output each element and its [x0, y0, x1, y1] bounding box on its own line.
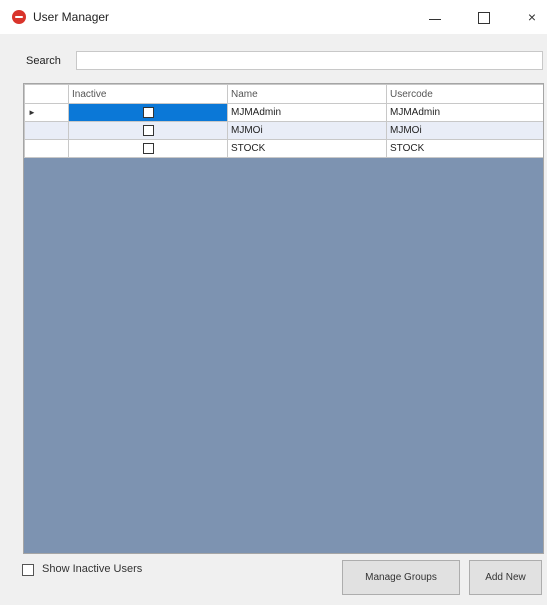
minimize-button[interactable]: [418, 4, 452, 30]
manage-groups-button[interactable]: Manage Groups: [342, 560, 460, 595]
table-row[interactable]: MJMOi MJMOi: [24, 121, 543, 140]
name-cell[interactable]: MJMAdmin: [227, 103, 387, 122]
usercode-cell[interactable]: MJMAdmin: [386, 103, 543, 122]
row-header[interactable]: [24, 139, 69, 158]
column-header-usercode[interactable]: Usercode: [386, 84, 543, 104]
title-bar: User Manager ×: [0, 0, 547, 34]
usercode-cell[interactable]: MJMOi: [386, 121, 543, 140]
row-header-corner[interactable]: [24, 84, 69, 104]
search-label: Search: [26, 55, 61, 67]
inactive-cell[interactable]: [68, 139, 228, 158]
close-button[interactable]: ×: [515, 4, 547, 30]
window-title: User Manager: [33, 10, 110, 24]
row-header[interactable]: [24, 121, 69, 140]
add-new-button[interactable]: Add New: [469, 560, 542, 595]
user-manager-window: User Manager × Search Inactive Name User…: [0, 0, 547, 605]
client-area: Search Inactive Name Usercode ► MJMAdmin…: [0, 34, 547, 605]
name-cell[interactable]: STOCK: [227, 139, 387, 158]
users-grid[interactable]: Inactive Name Usercode ► MJMAdmin MJMAdm…: [23, 83, 544, 554]
inactive-checkbox[interactable]: [142, 142, 154, 154]
inactive-cell[interactable]: [68, 121, 228, 140]
usercode-cell[interactable]: STOCK: [386, 139, 543, 158]
search-input[interactable]: [76, 51, 543, 70]
table-row[interactable]: ► MJMAdmin MJMAdmin: [24, 103, 543, 122]
row-header[interactable]: ►: [24, 103, 69, 122]
show-inactive-checkbox[interactable]: [22, 564, 34, 577]
inactive-checkbox[interactable]: [142, 124, 154, 136]
inactive-cell[interactable]: [68, 103, 228, 122]
table-row[interactable]: STOCK STOCK: [24, 139, 543, 158]
row-pointer-icon: ►: [28, 108, 36, 117]
column-header-inactive[interactable]: Inactive: [68, 84, 228, 104]
maximize-button[interactable]: [466, 4, 500, 30]
inactive-checkbox[interactable]: [142, 106, 154, 118]
name-cell[interactable]: MJMOi: [227, 121, 387, 140]
users-table: Inactive Name Usercode ► MJMAdmin MJMAdm…: [24, 84, 543, 158]
show-inactive-label[interactable]: Show Inactive Users: [42, 563, 142, 575]
show-inactive-checkbox-wrap: [22, 564, 34, 577]
header-row: Inactive Name Usercode: [24, 84, 543, 104]
column-header-name[interactable]: Name: [227, 84, 387, 104]
app-logo-icon: [12, 10, 26, 24]
